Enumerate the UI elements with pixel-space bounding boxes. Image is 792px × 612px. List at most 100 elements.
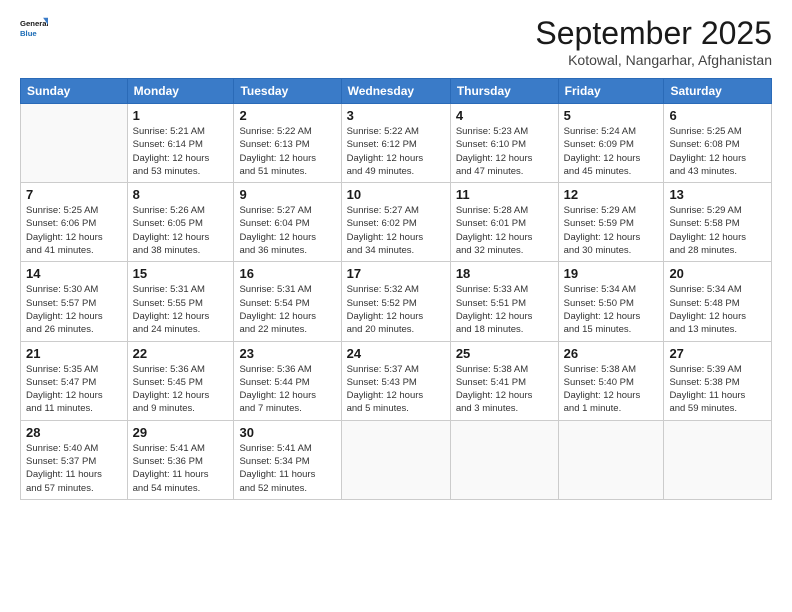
header-wednesday: Wednesday: [341, 79, 450, 104]
day-number: 9: [239, 187, 335, 202]
day-info: Sunrise: 5:29 AM Sunset: 5:58 PM Dayligh…: [669, 204, 766, 257]
logo: General Blue: [20, 15, 48, 43]
table-row: 30 Sunrise: 5:41 AM Sunset: 5:34 PM Dayli…: [234, 420, 341, 499]
header-monday: Monday: [127, 79, 234, 104]
day-info: Sunrise: 5:29 AM Sunset: 5:59 PM Dayligh…: [564, 204, 659, 257]
day-info: Sunrise: 5:23 AM Sunset: 6:10 PM Dayligh…: [456, 125, 553, 178]
day-number: 17: [347, 266, 445, 281]
day-info: Sunrise: 5:26 AM Sunset: 6:05 PM Dayligh…: [133, 204, 229, 257]
day-info: Sunrise: 5:41 AM Sunset: 5:34 PM Dayligh…: [239, 442, 335, 495]
day-info: Sunrise: 5:24 AM Sunset: 6:09 PM Dayligh…: [564, 125, 659, 178]
day-info: Sunrise: 5:37 AM Sunset: 5:43 PM Dayligh…: [347, 363, 445, 416]
day-info: Sunrise: 5:41 AM Sunset: 5:36 PM Dayligh…: [133, 442, 229, 495]
header-thursday: Thursday: [450, 79, 558, 104]
day-number: 10: [347, 187, 445, 202]
main-title: September 2025: [535, 15, 772, 52]
table-row: 11 Sunrise: 5:28 AM Sunset: 6:01 PM Dayli…: [450, 183, 558, 262]
table-row: 6 Sunrise: 5:25 AM Sunset: 6:08 PM Daylig…: [664, 104, 772, 183]
table-row: 28Sunrise: 5:40 AM Sunset: 5:37 PM Dayli…: [21, 420, 128, 499]
svg-text:Blue: Blue: [20, 29, 37, 38]
day-info: Sunrise: 5:39 AM Sunset: 5:38 PM Dayligh…: [669, 363, 766, 416]
day-number: 11: [456, 187, 553, 202]
table-row: 18 Sunrise: 5:33 AM Sunset: 5:51 PM Dayli…: [450, 262, 558, 341]
table-row: 1Sunrise: 5:21 AM Sunset: 6:14 PM Daylig…: [127, 104, 234, 183]
day-number: 7: [26, 187, 122, 202]
day-info: Sunrise: 5:25 AM Sunset: 6:06 PM Dayligh…: [26, 204, 122, 257]
day-number: 14: [26, 266, 122, 281]
header-sunday: Sunday: [21, 79, 128, 104]
table-row: 24 Sunrise: 5:37 AM Sunset: 5:43 PM Dayli…: [341, 341, 450, 420]
day-number: 25: [456, 346, 553, 361]
header-friday: Friday: [558, 79, 664, 104]
table-row: 14 Sunrise: 5:30 AM Sunset: 5:57 PM Dayli…: [21, 262, 128, 341]
day-info: Sunrise: 5:32 AM Sunset: 5:52 PM Dayligh…: [347, 283, 445, 336]
day-info: Sunrise: 5:22 AM Sunset: 6:13 PM Dayligh…: [239, 125, 335, 178]
day-number: 23: [239, 346, 335, 361]
table-row: 9 Sunrise: 5:27 AM Sunset: 6:04 PM Daylig…: [234, 183, 341, 262]
day-number: 13: [669, 187, 766, 202]
table-row: 29 Sunrise: 5:41 AM Sunset: 5:36 PM Dayli…: [127, 420, 234, 499]
table-row: 8 Sunrise: 5:26 AM Sunset: 6:05 PM Daylig…: [127, 183, 234, 262]
table-row: 3Sunrise: 5:22 AM Sunset: 6:12 PM Daylig…: [341, 104, 450, 183]
table-row: 27 Sunrise: 5:39 AM Sunset: 5:38 PM Dayli…: [664, 341, 772, 420]
day-info: Sunrise: 5:40 AM Sunset: 5:37 PM Dayligh…: [26, 442, 122, 495]
day-info: Sunrise: 5:35 AM Sunset: 5:47 PM Dayligh…: [26, 363, 122, 416]
table-row: [558, 420, 664, 499]
table-row: 17 Sunrise: 5:32 AM Sunset: 5:52 PM Dayli…: [341, 262, 450, 341]
logo-icon: General Blue: [20, 15, 48, 43]
table-row: [450, 420, 558, 499]
table-row: 19 Sunrise: 5:34 AM Sunset: 5:50 PM Dayli…: [558, 262, 664, 341]
calendar-table: Sunday Monday Tuesday Wednesday Thursday…: [20, 78, 772, 500]
day-info: Sunrise: 5:34 AM Sunset: 5:48 PM Dayligh…: [669, 283, 766, 336]
day-info: Sunrise: 5:34 AM Sunset: 5:50 PM Dayligh…: [564, 283, 659, 336]
day-number: 29: [133, 425, 229, 440]
table-row: 15 Sunrise: 5:31 AM Sunset: 5:55 PM Dayli…: [127, 262, 234, 341]
day-info: Sunrise: 5:31 AM Sunset: 5:55 PM Dayligh…: [133, 283, 229, 336]
day-number: 18: [456, 266, 553, 281]
day-info: Sunrise: 5:27 AM Sunset: 6:04 PM Dayligh…: [239, 204, 335, 257]
day-number: 26: [564, 346, 659, 361]
day-info: Sunrise: 5:27 AM Sunset: 6:02 PM Dayligh…: [347, 204, 445, 257]
table-row: 22 Sunrise: 5:36 AM Sunset: 5:45 PM Dayli…: [127, 341, 234, 420]
table-row: [21, 104, 128, 183]
day-info: Sunrise: 5:36 AM Sunset: 5:44 PM Dayligh…: [239, 363, 335, 416]
table-row: 10 Sunrise: 5:27 AM Sunset: 6:02 PM Dayli…: [341, 183, 450, 262]
table-row: 25 Sunrise: 5:38 AM Sunset: 5:41 PM Dayli…: [450, 341, 558, 420]
day-info: Sunrise: 5:38 AM Sunset: 5:41 PM Dayligh…: [456, 363, 553, 416]
table-row: 13 Sunrise: 5:29 AM Sunset: 5:58 PM Dayli…: [664, 183, 772, 262]
day-number: 1: [133, 108, 229, 123]
header-tuesday: Tuesday: [234, 79, 341, 104]
title-section: September 2025 Kotowal, Nangarhar, Afgha…: [535, 15, 772, 68]
table-row: [664, 420, 772, 499]
day-number: 3: [347, 108, 445, 123]
table-row: 2 Sunrise: 5:22 AM Sunset: 6:13 PM Daylig…: [234, 104, 341, 183]
svg-text:General: General: [20, 19, 48, 28]
header-row: Sunday Monday Tuesday Wednesday Thursday…: [21, 79, 772, 104]
day-number: 16: [239, 266, 335, 281]
table-row: 20 Sunrise: 5:34 AM Sunset: 5:48 PM Dayli…: [664, 262, 772, 341]
day-number: 21: [26, 346, 122, 361]
day-info: Sunrise: 5:36 AM Sunset: 5:45 PM Dayligh…: [133, 363, 229, 416]
day-number: 12: [564, 187, 659, 202]
day-number: 30: [239, 425, 335, 440]
day-info: Sunrise: 5:31 AM Sunset: 5:54 PM Dayligh…: [239, 283, 335, 336]
day-number: 22: [133, 346, 229, 361]
table-row: [341, 420, 450, 499]
header: General Blue September 2025 Kotowal, Nan…: [20, 15, 772, 68]
day-info: Sunrise: 5:28 AM Sunset: 6:01 PM Dayligh…: [456, 204, 553, 257]
table-row: 7 Sunrise: 5:25 AM Sunset: 6:06 PM Daylig…: [21, 183, 128, 262]
day-number: 20: [669, 266, 766, 281]
header-saturday: Saturday: [664, 79, 772, 104]
day-info: Sunrise: 5:25 AM Sunset: 6:08 PM Dayligh…: [669, 125, 766, 178]
day-number: 27: [669, 346, 766, 361]
day-number: 2: [239, 108, 335, 123]
day-number: 8: [133, 187, 229, 202]
day-number: 15: [133, 266, 229, 281]
table-row: 16 Sunrise: 5:31 AM Sunset: 5:54 PM Dayli…: [234, 262, 341, 341]
day-number: 24: [347, 346, 445, 361]
day-info: Sunrise: 5:30 AM Sunset: 5:57 PM Dayligh…: [26, 283, 122, 336]
day-number: 19: [564, 266, 659, 281]
table-row: 21 Sunrise: 5:35 AM Sunset: 5:47 PM Dayli…: [21, 341, 128, 420]
day-info: Sunrise: 5:33 AM Sunset: 5:51 PM Dayligh…: [456, 283, 553, 336]
day-number: 6: [669, 108, 766, 123]
